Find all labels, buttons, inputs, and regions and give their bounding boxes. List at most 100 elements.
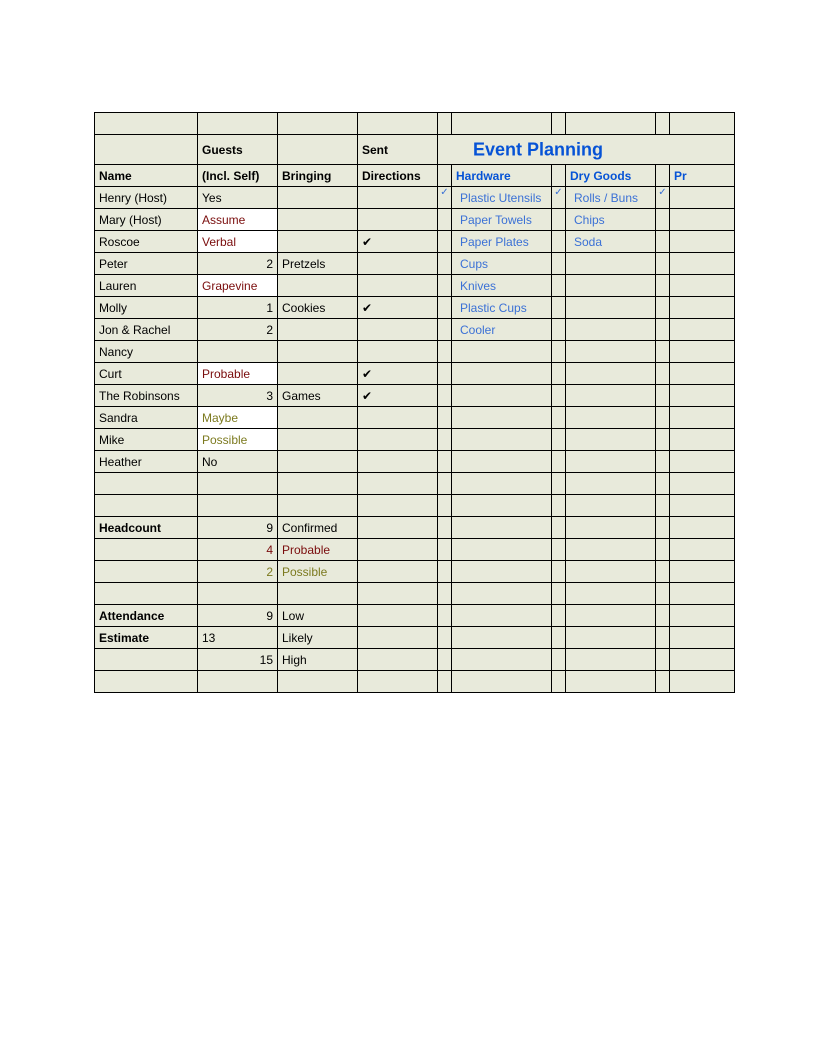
guest-count[interactable]: No: [198, 451, 278, 473]
prep-check[interactable]: [656, 407, 670, 429]
drygoods-item[interactable]: Chips: [566, 209, 656, 231]
guest-name[interactable]: Mary (Host): [95, 209, 198, 231]
hardware-item[interactable]: [452, 429, 552, 451]
bringing-cell[interactable]: Games: [278, 385, 358, 407]
hardware-check[interactable]: [438, 451, 452, 473]
prep-item[interactable]: [670, 385, 735, 407]
guest-name[interactable]: Roscoe: [95, 231, 198, 253]
hardware-item[interactable]: Plastic Utensils: [452, 187, 552, 209]
hardware-item[interactable]: Knives: [452, 275, 552, 297]
drygoods-item[interactable]: Rolls / Buns: [566, 187, 656, 209]
bringing-cell[interactable]: [278, 341, 358, 363]
drygoods-check[interactable]: [552, 363, 566, 385]
drygoods-check[interactable]: [552, 407, 566, 429]
guest-name[interactable]: Lauren: [95, 275, 198, 297]
drygoods-check[interactable]: [552, 231, 566, 253]
hardware-check[interactable]: [438, 297, 452, 319]
hardware-check[interactable]: [438, 407, 452, 429]
prep-check[interactable]: [656, 275, 670, 297]
directions-cell[interactable]: [358, 407, 438, 429]
prep-item[interactable]: [670, 297, 735, 319]
guest-name[interactable]: Heather: [95, 451, 198, 473]
hardware-check[interactable]: ✓: [438, 187, 452, 209]
hardware-item[interactable]: [452, 407, 552, 429]
drygoods-item[interactable]: Soda: [566, 231, 656, 253]
prep-item[interactable]: [670, 429, 735, 451]
guest-name[interactable]: The Robinsons: [95, 385, 198, 407]
hardware-check[interactable]: [438, 341, 452, 363]
guest-count[interactable]: Yes: [198, 187, 278, 209]
drygoods-item[interactable]: [566, 253, 656, 275]
directions-cell[interactable]: [358, 319, 438, 341]
prep-item[interactable]: [670, 451, 735, 473]
guest-name[interactable]: Henry (Host): [95, 187, 198, 209]
bringing-cell[interactable]: [278, 363, 358, 385]
hardware-item[interactable]: [452, 385, 552, 407]
prep-item[interactable]: [670, 363, 735, 385]
drygoods-item[interactable]: [566, 451, 656, 473]
guest-count[interactable]: 3: [198, 385, 278, 407]
hardware-check[interactable]: [438, 363, 452, 385]
drygoods-item[interactable]: [566, 363, 656, 385]
directions-cell[interactable]: [358, 429, 438, 451]
guest-count[interactable]: 2: [198, 319, 278, 341]
guest-name[interactable]: Nancy: [95, 341, 198, 363]
guest-count[interactable]: Maybe: [198, 407, 278, 429]
prep-check[interactable]: [656, 319, 670, 341]
hardware-item[interactable]: Cooler: [452, 319, 552, 341]
guest-count[interactable]: [198, 341, 278, 363]
guest-count[interactable]: Possible: [198, 429, 278, 451]
bringing-cell[interactable]: [278, 319, 358, 341]
guest-count[interactable]: Verbal: [198, 231, 278, 253]
bringing-cell[interactable]: [278, 451, 358, 473]
drygoods-item[interactable]: [566, 297, 656, 319]
prep-check[interactable]: ✓: [656, 187, 670, 209]
directions-cell[interactable]: [358, 451, 438, 473]
directions-cell[interactable]: [358, 341, 438, 363]
directions-cell[interactable]: ✔: [358, 385, 438, 407]
hardware-item[interactable]: [452, 363, 552, 385]
directions-cell[interactable]: ✔: [358, 231, 438, 253]
drygoods-item[interactable]: [566, 407, 656, 429]
drygoods-check[interactable]: [552, 319, 566, 341]
drygoods-item[interactable]: [566, 341, 656, 363]
drygoods-check[interactable]: ✓: [552, 187, 566, 209]
directions-cell[interactable]: [358, 209, 438, 231]
directions-cell[interactable]: ✔: [358, 363, 438, 385]
prep-check[interactable]: [656, 297, 670, 319]
prep-item[interactable]: [670, 407, 735, 429]
bringing-cell[interactable]: [278, 407, 358, 429]
hardware-check[interactable]: [438, 319, 452, 341]
guest-name[interactable]: Peter: [95, 253, 198, 275]
drygoods-check[interactable]: [552, 209, 566, 231]
hardware-item[interactable]: Plastic Cups: [452, 297, 552, 319]
drygoods-item[interactable]: [566, 429, 656, 451]
guest-name[interactable]: Sandra: [95, 407, 198, 429]
hardware-item[interactable]: Cups: [452, 253, 552, 275]
prep-check[interactable]: [656, 363, 670, 385]
hardware-check[interactable]: [438, 209, 452, 231]
guest-count[interactable]: Probable: [198, 363, 278, 385]
drygoods-check[interactable]: [552, 341, 566, 363]
directions-cell[interactable]: [358, 253, 438, 275]
bringing-cell[interactable]: [278, 209, 358, 231]
bringing-cell[interactable]: [278, 429, 358, 451]
prep-check[interactable]: [656, 451, 670, 473]
drygoods-check[interactable]: [552, 385, 566, 407]
guest-name[interactable]: Curt: [95, 363, 198, 385]
guest-count[interactable]: Assume: [198, 209, 278, 231]
bringing-cell[interactable]: Pretzels: [278, 253, 358, 275]
prep-item[interactable]: [670, 187, 735, 209]
drygoods-check[interactable]: [552, 253, 566, 275]
prep-check[interactable]: [656, 429, 670, 451]
guest-count[interactable]: 2: [198, 253, 278, 275]
drygoods-item[interactable]: [566, 275, 656, 297]
prep-item[interactable]: [670, 231, 735, 253]
hardware-item[interactable]: [452, 341, 552, 363]
guest-name[interactable]: Molly: [95, 297, 198, 319]
bringing-cell[interactable]: [278, 231, 358, 253]
hardware-check[interactable]: [438, 231, 452, 253]
bringing-cell[interactable]: Cookies: [278, 297, 358, 319]
directions-cell[interactable]: [358, 187, 438, 209]
hardware-item[interactable]: Paper Towels: [452, 209, 552, 231]
